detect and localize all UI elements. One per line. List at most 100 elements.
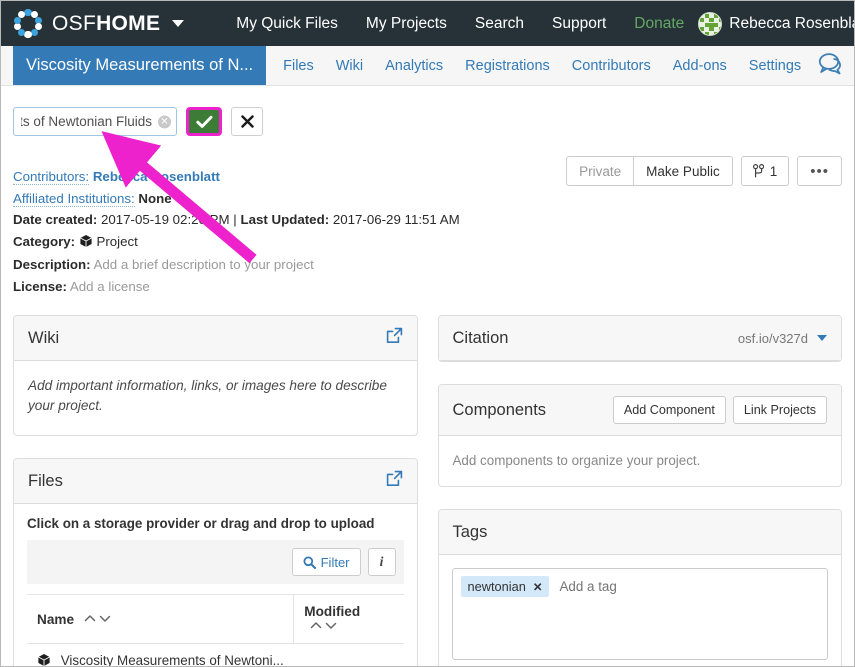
last-updated-value: 2017-06-29 11:51 AM <box>332 212 460 227</box>
col-name: Name <box>27 594 294 644</box>
right-column: Citation osf.io/v327d Components Add Com… <box>437 315 842 666</box>
osf-logo-icon <box>13 8 43 39</box>
tag-label: newtonian <box>467 579 526 594</box>
nav-my-quick-files[interactable]: My Quick Files <box>222 15 352 33</box>
name-sort-controls[interactable] <box>84 614 111 623</box>
tags-input-box[interactable]: newtonian ✕ <box>451 568 828 660</box>
tab-analytics[interactable]: Analytics <box>374 58 454 74</box>
wiki-panel: Wiki Add important information, links, o… <box>13 315 418 436</box>
tab-settings[interactable]: Settings <box>738 58 812 74</box>
panels-grid: Wiki Add important information, links, o… <box>13 297 842 667</box>
tab-add-ons[interactable]: Add-ons <box>662 58 738 74</box>
user-menu[interactable]: Rebecca Rosenblatt <box>698 11 855 36</box>
table-row[interactable]: Viscosity Measurements of Newtoni... <box>27 643 404 667</box>
more-options-button[interactable]: ••• <box>797 156 842 186</box>
clear-circle-icon[interactable]: ✕ <box>158 115 171 128</box>
file-row-name: Viscosity Measurements of Newtoni... <box>60 653 284 667</box>
wiki-panel-body: Add important information, links, or ima… <box>14 361 417 435</box>
brand-text: OSFHOME <box>52 12 160 36</box>
project-navbar: Viscosity Measurements of N... Files Wik… <box>1 46 854 86</box>
meta-category-row: Category: Project <box>13 231 842 255</box>
tag-chip[interactable]: newtonian ✕ <box>460 576 550 597</box>
tags-panel-title: Tags <box>452 522 488 541</box>
page-body: ✕ Private Make Public 1 <box>1 86 854 667</box>
nav-donate[interactable]: Donate <box>620 15 698 33</box>
date-created-value: 2017-05-19 02:20 PM <box>100 212 230 227</box>
nav-support[interactable]: Support <box>538 15 620 33</box>
nav-my-projects[interactable]: My Projects <box>352 15 461 33</box>
cube-icon <box>37 653 51 666</box>
components-panel-title: Components <box>452 400 547 419</box>
files-table-body: Viscosity Measurements of Newtoni... − <box>27 643 404 667</box>
info-button[interactable]: i <box>367 548 396 576</box>
cancel-title-button[interactable] <box>231 107 263 136</box>
comments-icon[interactable] <box>818 51 844 80</box>
sort-desc-icon <box>99 615 111 622</box>
left-column: Wiki Add important information, links, o… <box>13 315 418 667</box>
project-actions: Private Make Public 1 ••• <box>566 156 842 186</box>
col-modified: Modified <box>293 594 404 644</box>
col-name-label: Name <box>37 611 75 627</box>
tags-panel: Tags newtonian ✕ <box>437 509 842 666</box>
external-link-icon[interactable] <box>386 327 403 349</box>
project-title-input[interactable] <box>13 107 177 136</box>
nav-search[interactable]: Search <box>461 15 538 33</box>
make-public-button[interactable]: Make Public <box>634 156 733 186</box>
cube-icon <box>79 233 93 255</box>
confirm-title-button[interactable] <box>186 107 222 136</box>
citation-value-wrapper[interactable]: osf.io/v327d <box>738 331 827 346</box>
sort-desc-icon <box>326 622 337 629</box>
contributor-name-link[interactable]: Rebecca Rosenblatt <box>93 169 220 184</box>
file-row-name-cell: Viscosity Measurements of Newtoni... <box>27 643 294 667</box>
fork-button[interactable]: 1 <box>740 156 790 186</box>
tab-contributors[interactable]: Contributors <box>561 58 662 74</box>
category-label: Category: <box>13 233 76 249</box>
caret-down-icon[interactable] <box>172 20 185 27</box>
wiki-empty-text: Add important information, links, or ima… <box>28 378 387 413</box>
meta-dates-row: Date created: 2017-05-19 02:20 PM | Last… <box>13 209 842 231</box>
contributors-label[interactable]: Contributors: <box>13 169 90 185</box>
file-row-modified <box>293 643 404 666</box>
link-projects-button[interactable]: Link Projects <box>732 396 827 424</box>
col-modified-label: Modified <box>304 604 361 619</box>
add-tag-input[interactable] <box>557 576 819 595</box>
files-table-head: Name Modified <box>27 594 404 644</box>
meta-separator: | <box>233 212 237 227</box>
tab-wiki[interactable]: Wiki <box>325 58 374 74</box>
category-value: Project <box>96 233 138 249</box>
close-x-icon[interactable]: ✕ <box>533 580 543 594</box>
meta-description-row: Description: Add a brief description to … <box>13 254 842 276</box>
components-empty-text: Add components to organize your project. <box>452 453 701 468</box>
tab-registrations[interactable]: Registrations <box>454 58 561 74</box>
modified-sort-controls[interactable] <box>310 621 337 630</box>
wiki-panel-header: Wiki <box>14 316 417 361</box>
user-name-label: Rebecca Rosenblatt <box>729 14 855 32</box>
filter-label: Filter <box>320 554 350 570</box>
project-title-tab[interactable]: Viscosity Measurements of N... <box>13 46 267 85</box>
citation-guid: osf.io/v327d <box>737 330 808 346</box>
license-placeholder[interactable]: Add a license <box>70 279 150 294</box>
add-component-button[interactable]: Add Component <box>612 396 726 424</box>
search-icon <box>303 556 316 569</box>
chevron-down-icon[interactable] <box>817 335 827 341</box>
description-label: Description: <box>13 257 91 272</box>
osf-home-brand[interactable]: OSFHOME <box>13 8 185 39</box>
components-panel: Components Add Component Link Projects A… <box>437 384 842 487</box>
filter-button[interactable]: Filter <box>291 548 361 576</box>
visibility-button-group: Private Make Public <box>566 156 733 186</box>
external-link-icon[interactable] <box>386 470 403 492</box>
citation-panel-title: Citation <box>452 328 509 347</box>
osf-project-page: OSFHOME My Quick Files My Projects Searc… <box>0 0 855 667</box>
avatar-identicon <box>698 11 723 36</box>
citation-panel-header[interactable]: Citation osf.io/v327d <box>438 316 841 361</box>
private-button[interactable]: Private <box>566 156 635 186</box>
sort-asc-icon <box>311 622 322 629</box>
affiliated-institutions-label[interactable]: Affiliated Institutions: <box>13 190 135 207</box>
description-placeholder[interactable]: Add a brief description to your project <box>94 257 314 272</box>
files-panel-title: Files <box>28 471 63 490</box>
files-table-header-row: Name Modified <box>27 594 404 644</box>
tab-files[interactable]: Files <box>272 58 325 74</box>
title-edit-row: ✕ <box>13 86 842 136</box>
meta-license-row: License: Add a license <box>13 276 842 298</box>
title-input-wrapper: ✕ <box>13 107 177 136</box>
